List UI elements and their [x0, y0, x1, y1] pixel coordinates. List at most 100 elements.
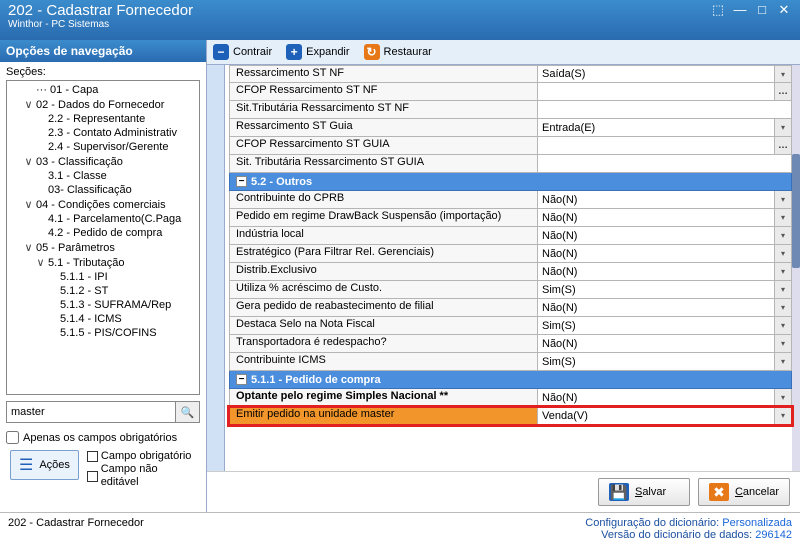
- dropdown-icon[interactable]: ▾: [774, 353, 791, 370]
- field-label: Ressarcimento ST NF: [230, 66, 538, 82]
- content-panel: −Contrair +Expandir ↻Restaurar Ressarcim…: [207, 40, 800, 512]
- tree-item[interactable]: 4.2 - Pedido de compra: [9, 226, 197, 240]
- grid-row: Utiliza % acréscimo de Custo. ▾: [229, 281, 792, 299]
- grid-row: Pedido em regime DrawBack Suspensão (imp…: [229, 209, 792, 227]
- tree-item[interactable]: 4.1 - Parcelamento(C.Paga: [9, 212, 197, 226]
- ellipsis-button[interactable]: …: [774, 83, 791, 100]
- tree-item[interactable]: 2.4 - Supervisor/Gerente: [9, 140, 197, 154]
- grid-row: Distrib.Exclusivo ▾: [229, 263, 792, 281]
- tree-item[interactable]: 2.3 - Contato Administrativ: [9, 126, 197, 140]
- minimize-icon[interactable]: —: [732, 4, 748, 18]
- tree-item[interactable]: 5.1.2 - ST: [9, 284, 197, 298]
- field-label: CFOP Ressarcimento ST GUIA: [230, 137, 538, 154]
- tree-item[interactable]: ∨02 - Dados do Fornecedor: [9, 97, 197, 112]
- field-label: Utiliza % acréscimo de Custo.: [230, 281, 538, 298]
- tree-item[interactable]: ∨5.1 - Tributação: [9, 255, 197, 270]
- field-value[interactable]: [538, 407, 774, 424]
- tree-item[interactable]: ∨05 - Parâmetros: [9, 240, 197, 255]
- field-value[interactable]: [538, 317, 774, 334]
- group-header[interactable]: −5.2 - Outros: [229, 173, 792, 191]
- tree-item[interactable]: 5.1.1 - IPI: [9, 270, 197, 284]
- search-button[interactable]: 🔍: [176, 401, 200, 423]
- grid-row: Sit. Tributária Ressarcimento ST GUIA: [229, 155, 792, 173]
- field-label: CFOP Ressarcimento ST NF: [230, 83, 538, 100]
- title-bar: 202 - Cadastrar Fornecedor Winthor - PC …: [0, 0, 800, 40]
- dropdown-icon[interactable]: ▾: [774, 263, 791, 280]
- field-label: Destaca Selo na Nota Fiscal: [230, 317, 538, 334]
- sections-label: Seções:: [6, 66, 200, 78]
- dropdown-icon[interactable]: ▾: [774, 209, 791, 226]
- field-value[interactable]: [538, 389, 774, 406]
- save-icon: 💾: [609, 483, 629, 501]
- grid-row: Estratégico (Para Filtrar Rel. Gerenciai…: [229, 245, 792, 263]
- field-value[interactable]: [538, 101, 791, 118]
- field-value[interactable]: [538, 299, 774, 316]
- field-label: Contribuinte do CPRB: [230, 191, 538, 208]
- actions-button[interactable]: ☰ Ações: [10, 450, 79, 480]
- tree-item[interactable]: 3.1 - Classe: [9, 169, 197, 183]
- list-gear-icon: ☰: [19, 455, 33, 475]
- field-value[interactable]: [538, 137, 774, 154]
- field-value[interactable]: [538, 263, 774, 280]
- dropdown-icon[interactable]: ▾: [774, 245, 791, 262]
- collapse-icon[interactable]: −: [236, 374, 247, 385]
- field-value[interactable]: [538, 83, 774, 100]
- field-value[interactable]: [538, 119, 774, 136]
- dropdown-icon[interactable]: ▾: [774, 335, 791, 352]
- field-label: Emitir pedido na unidade master: [230, 407, 538, 424]
- tree-item[interactable]: 5.1.4 - ICMS: [9, 312, 197, 326]
- only-required-checkbox[interactable]: [6, 431, 19, 444]
- dropdown-icon[interactable]: ▾: [774, 281, 791, 298]
- ellipsis-button[interactable]: …: [774, 137, 791, 154]
- group-header[interactable]: −5.1.1 - Pedido de compra: [229, 371, 792, 389]
- grid-row: Emitir pedido na unidade master ▾: [229, 407, 792, 425]
- nav-tree[interactable]: ··· 01 - Capa∨02 - Dados do Fornecedor2.…: [6, 80, 200, 395]
- field-label: Ressarcimento ST Guia: [230, 119, 538, 136]
- maximize-icon[interactable]: □: [754, 4, 770, 18]
- status-left: 202 - Cadastrar Fornecedor: [8, 517, 144, 541]
- dropdown-icon[interactable]: ▾: [774, 227, 791, 244]
- search-input[interactable]: [6, 401, 176, 423]
- field-value[interactable]: [538, 227, 774, 244]
- cancel-icon: ✖: [709, 483, 729, 501]
- field-label: Gera pedido de reabastecimento de filial: [230, 299, 538, 316]
- collapse-button[interactable]: −Contrair: [213, 44, 272, 60]
- field-value[interactable]: [538, 209, 774, 226]
- cancel-button[interactable]: ✖ Cancelar: [698, 478, 790, 506]
- dropdown-icon[interactable]: ▾: [774, 66, 791, 82]
- tree-item[interactable]: 5.1.5 - PIS/COFINS: [9, 326, 197, 340]
- scrollbar[interactable]: [792, 65, 800, 471]
- field-value[interactable]: [538, 245, 774, 262]
- tree-item[interactable]: 03- Classificação: [9, 183, 197, 197]
- dropdown-icon[interactable]: ▾: [774, 191, 791, 208]
- tree-item[interactable]: 2.2 - Representante: [9, 112, 197, 126]
- tree-item[interactable]: 5.1.3 - SUFRAMA/Rep: [9, 298, 197, 312]
- tree-item[interactable]: ··· 01 - Capa: [9, 83, 197, 97]
- field-value[interactable]: [538, 353, 774, 370]
- nav-panel: Opções de navegação Seções: ··· 01 - Cap…: [0, 40, 207, 512]
- close-icon[interactable]: ✕: [776, 4, 792, 18]
- field-value[interactable]: [538, 281, 774, 298]
- dropdown-icon[interactable]: ▾: [774, 317, 791, 334]
- field-value[interactable]: [538, 191, 774, 208]
- restore-icon[interactable]: ⬚: [710, 4, 726, 18]
- collapse-icon[interactable]: −: [236, 176, 247, 187]
- field-value[interactable]: [538, 155, 791, 172]
- save-button[interactable]: 💾 Salvar: [598, 478, 690, 506]
- field-value[interactable]: [538, 66, 774, 82]
- dropdown-icon[interactable]: ▾: [774, 407, 791, 424]
- grid-row: Sit.Tributária Ressarcimento ST NF: [229, 101, 792, 119]
- restore-button[interactable]: ↻Restaurar: [364, 44, 432, 60]
- dropdown-icon[interactable]: ▾: [774, 299, 791, 316]
- dropdown-icon[interactable]: ▾: [774, 119, 791, 136]
- dropdown-icon[interactable]: ▾: [774, 389, 791, 406]
- status-bar: 202 - Cadastrar Fornecedor Configuração …: [0, 512, 800, 547]
- window-title: 202 - Cadastrar Fornecedor: [8, 2, 193, 19]
- nav-header: Opções de navegação: [0, 40, 206, 62]
- tree-item[interactable]: ∨04 - Condições comerciais: [9, 197, 197, 212]
- plus-icon: +: [286, 44, 302, 60]
- tree-item[interactable]: ∨03 - Classificação: [9, 154, 197, 169]
- expand-button[interactable]: +Expandir: [286, 44, 349, 60]
- property-grid[interactable]: Ressarcimento ST NF ▾ CFOP Ressarcimento …: [207, 65, 800, 471]
- field-value[interactable]: [538, 335, 774, 352]
